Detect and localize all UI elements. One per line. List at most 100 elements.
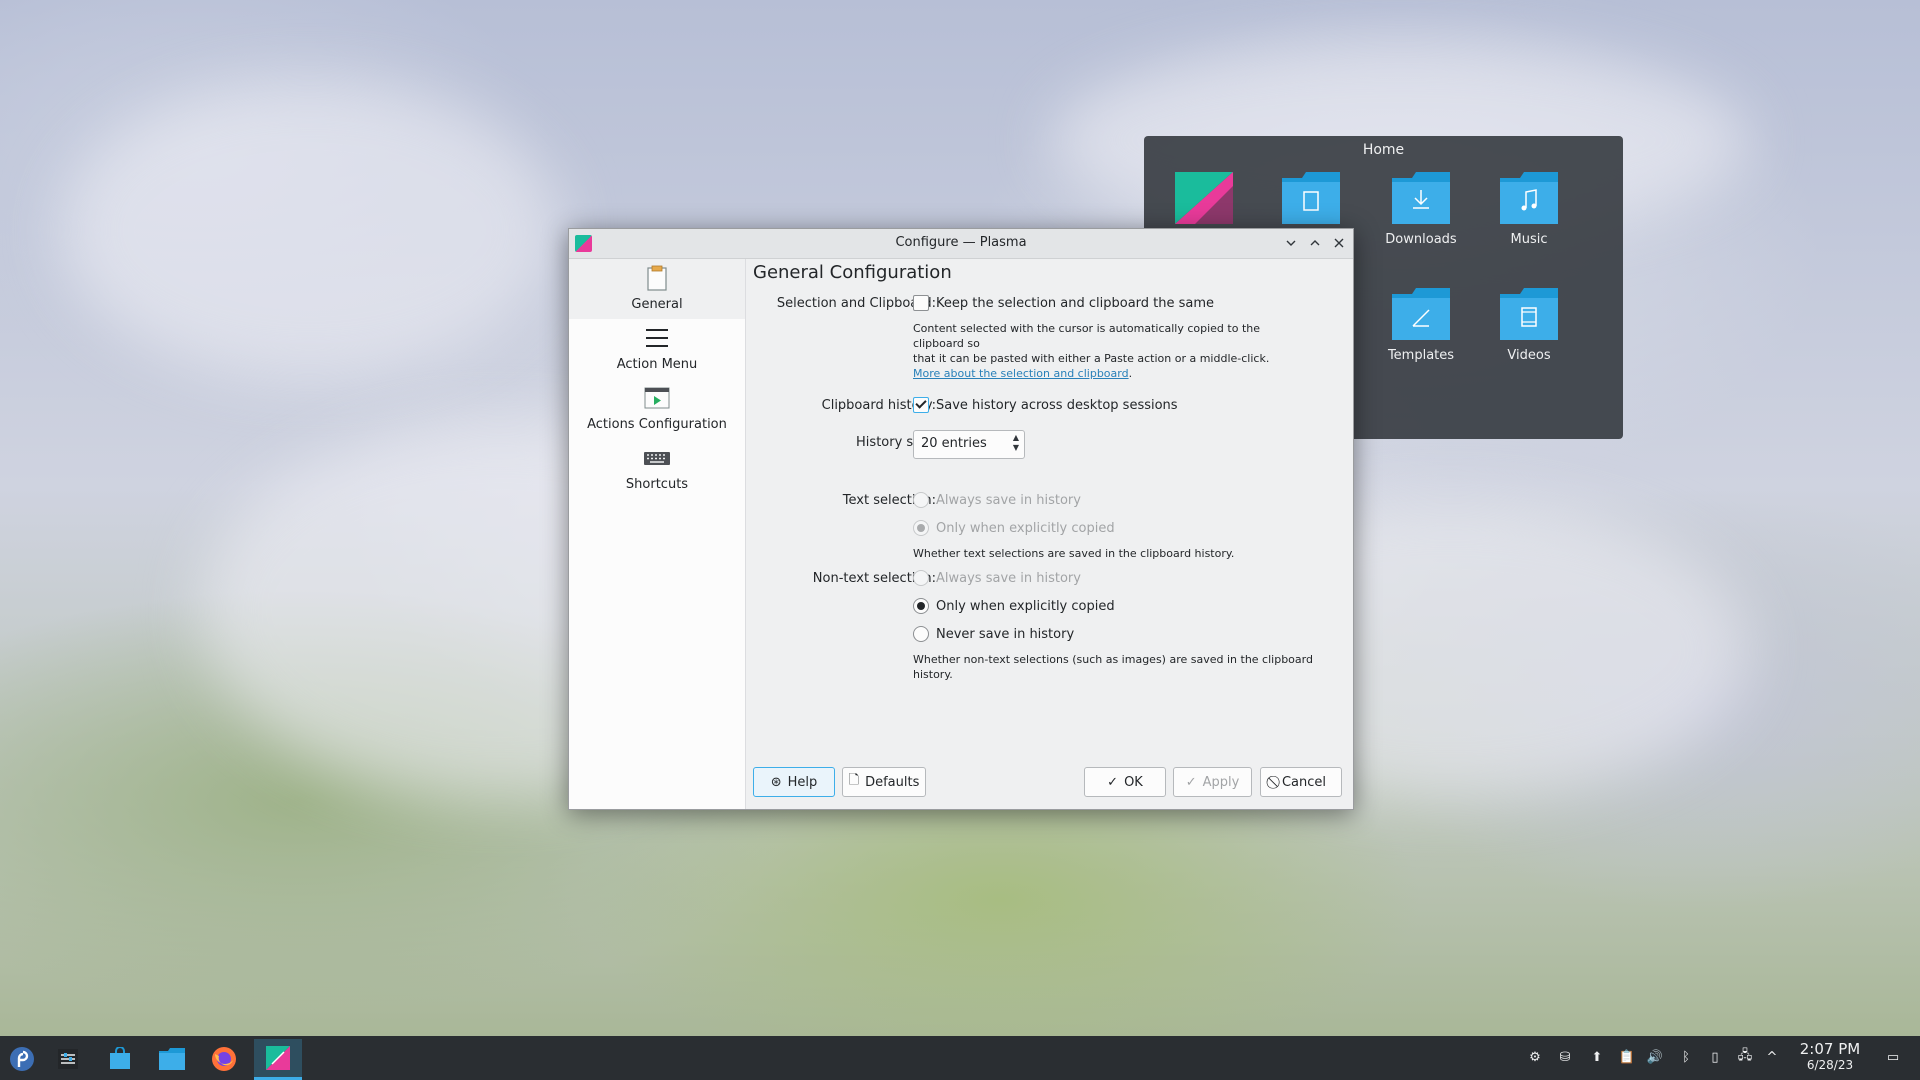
- application-launcher[interactable]: [2, 1042, 42, 1076]
- history-size-label: History size:: [856, 435, 936, 450]
- selection-help-line: Content selected with the cursor is auto…: [913, 322, 1261, 350]
- maximize-button[interactable]: [1305, 233, 1325, 253]
- chevron-up-icon[interactable]: ^: [1763, 1048, 1781, 1066]
- defaults-button[interactable]: 🗋 Defaults: [842, 767, 926, 797]
- ok-button[interactable]: ✓ OK: [1084, 767, 1166, 797]
- keep-same-checkbox[interactable]: [913, 295, 929, 311]
- nontext-help-line: Whether non-text selections (such as ima…: [913, 653, 1313, 666]
- window-title: Configure — Plasma: [895, 235, 1027, 250]
- checkmark-icon: ✓: [1107, 774, 1119, 790]
- nontext-explicit-label: Only when explicitly copied: [936, 598, 1115, 614]
- task-dolphin[interactable]: [152, 1042, 192, 1076]
- discover-store-icon: [110, 1047, 130, 1069]
- clock-time: 2:07 PM: [1799, 1040, 1861, 1058]
- cancel-button[interactable]: ⃠Cancel: [1260, 767, 1342, 797]
- nontext-never-radio-row[interactable]: Never save in history: [913, 626, 1074, 642]
- nontext-always-label: Always save in history: [936, 570, 1081, 586]
- spin-arrows-icon[interactable]: ▲ ▼: [1013, 433, 1019, 453]
- folder-item-music[interactable]: Music: [1479, 172, 1579, 247]
- keep-same-checkbox-row[interactable]: Keep the selection and clipboard the sam…: [913, 295, 1214, 311]
- nontext-help-line: history.: [913, 668, 953, 681]
- cancel-button-label: Cancel: [1281, 774, 1327, 790]
- documents-folder-icon: [1282, 172, 1340, 224]
- network-icon[interactable]: 🖧: [1736, 1048, 1754, 1066]
- nontext-always-radio[interactable]: [913, 570, 929, 586]
- wallpaper-cloud: [60, 80, 560, 380]
- save-history-checkbox[interactable]: [913, 397, 929, 413]
- selection-help-link-suffix: .: [1128, 367, 1133, 380]
- help-icon: ⊛: [770, 774, 782, 790]
- text-always-radio-row[interactable]: Always save in history: [913, 492, 1081, 508]
- nontext-never-label: Never save in history: [936, 626, 1075, 642]
- videos-folder-icon: [1500, 288, 1558, 340]
- downloads-folder-icon: [1392, 172, 1450, 224]
- settings-sliders-icon: [58, 1049, 78, 1069]
- save-history-checkbox-row[interactable]: Save history across desktop sessions: [913, 397, 1178, 413]
- close-button[interactable]: [1329, 233, 1349, 253]
- text-selection-help: Whether text selections are saved in the…: [913, 547, 1235, 560]
- show-desktop-icon[interactable]: ▭: [1884, 1048, 1902, 1066]
- checkmark-icon: ✓: [1185, 774, 1197, 790]
- fedora-logo-icon: [10, 1047, 34, 1071]
- nontext-explicit-radio[interactable]: [913, 598, 929, 614]
- text-always-label: Always save in history: [936, 492, 1081, 508]
- apply-button[interactable]: ✓ Apply: [1173, 767, 1252, 797]
- save-history-label: Save history across desktop sessions: [936, 397, 1178, 413]
- task-discover[interactable]: [100, 1042, 140, 1076]
- nontext-always-radio-row[interactable]: Always save in history: [913, 570, 1081, 586]
- apply-button-label: Apply: [1202, 774, 1240, 790]
- chevron-down-icon: [1286, 240, 1296, 246]
- task-configure-plasma[interactable]: [254, 1039, 302, 1080]
- sidebar-item-general[interactable]: General: [569, 259, 745, 319]
- battery-icon[interactable]: ▯: [1706, 1048, 1724, 1066]
- configure-dialog: Configure — Plasma General Action Menu A…: [568, 228, 1354, 810]
- clipboard-icon[interactable]: 📋: [1618, 1048, 1636, 1066]
- nontext-selection-label: Non-text selection:: [812, 571, 936, 586]
- clock-date: 6/28/23: [1806, 1058, 1854, 1072]
- templates-folder-icon: [1392, 288, 1450, 340]
- selection-help-link[interactable]: More about the selection and clipboard: [913, 367, 1129, 380]
- storage-icon[interactable]: ⛁: [1556, 1048, 1574, 1066]
- updates-icon[interactable]: ⬆: [1588, 1048, 1606, 1066]
- minimize-button[interactable]: [1281, 233, 1301, 253]
- window-titlebar[interactable]: Configure — Plasma: [569, 229, 1353, 259]
- nontext-never-radio[interactable]: [913, 626, 929, 642]
- folder-item-templates[interactable]: Templates: [1371, 288, 1471, 363]
- digital-clock[interactable]: 2:07 PM 6/28/23: [1786, 1040, 1874, 1072]
- task-system-settings[interactable]: [48, 1042, 88, 1076]
- history-size-spinbox[interactable]: 20 entries ▲ ▼: [913, 430, 1025, 459]
- selection-help-line: that it can be pasted with either a Past…: [913, 352, 1270, 365]
- task-firefox[interactable]: [204, 1042, 244, 1076]
- text-always-radio[interactable]: [913, 492, 929, 508]
- selection-clipboard-label: Selection and Clipboard:: [776, 296, 936, 311]
- text-explicit-label: Only when explicitly copied: [936, 520, 1115, 536]
- bluetooth-icon[interactable]: ᛒ: [1677, 1048, 1695, 1066]
- sidebar: General Action Menu Actions Configuratio…: [569, 259, 746, 809]
- keyboard-icon: [644, 452, 670, 465]
- sidebar-item-actions-configuration[interactable]: Actions Configuration: [569, 379, 745, 439]
- app-icon: [266, 1046, 290, 1070]
- firefox-icon: [212, 1047, 236, 1071]
- text-explicit-radio-row[interactable]: Only when explicitly copied: [913, 520, 1115, 536]
- kde-connect-icon[interactable]: ⚙: [1526, 1048, 1544, 1066]
- run-script-icon: [644, 387, 670, 409]
- close-icon: [1334, 238, 1344, 248]
- taskbar: ⚙ ⛁ ⬆ 📋 🔊 ᛒ ▯ 🖧 ^ 2:07 PM 6/28/23 ▭: [0, 1036, 1920, 1080]
- folder-item-downloads[interactable]: Downloads: [1371, 172, 1471, 247]
- text-explicit-radio[interactable]: [913, 520, 929, 536]
- menu-icon: [646, 329, 668, 347]
- history-size-value: 20 entries: [921, 436, 987, 451]
- folder-item-image[interactable]: [1154, 172, 1254, 232]
- keep-same-label: Keep the selection and clipboard the sam…: [936, 295, 1215, 311]
- folder-item-videos[interactable]: Videos: [1479, 288, 1579, 363]
- sidebar-item-action-menu[interactable]: Action Menu: [569, 319, 745, 379]
- text-selection-label: Text selection:: [842, 493, 936, 508]
- help-button[interactable]: ⊛ Help: [753, 767, 835, 797]
- folder-item-documents[interactable]: [1261, 172, 1361, 232]
- nontext-explicit-radio-row[interactable]: Only when explicitly copied: [913, 598, 1115, 614]
- sidebar-item-shortcuts[interactable]: Shortcuts: [569, 439, 745, 499]
- nontext-selection-help: Whether non-text selections (such as ima…: [913, 652, 1313, 682]
- volume-icon[interactable]: 🔊: [1646, 1048, 1664, 1066]
- ok-button-label: OK: [1124, 774, 1143, 790]
- image-file-icon: [1175, 172, 1233, 224]
